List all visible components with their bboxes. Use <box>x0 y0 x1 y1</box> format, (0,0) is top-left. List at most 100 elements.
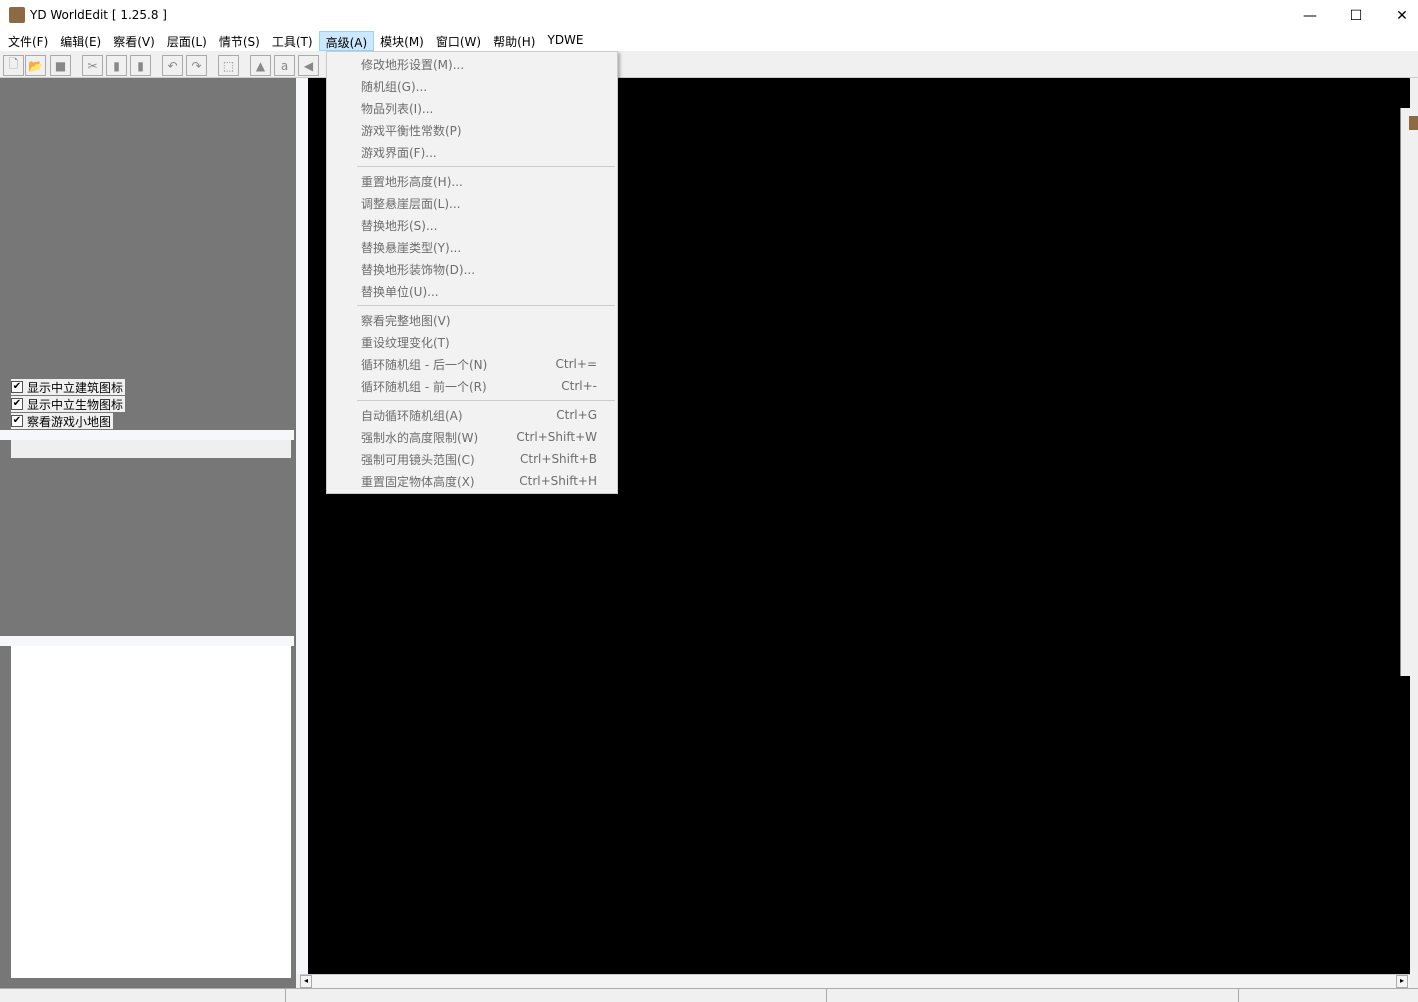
title-bar: YD WorldEdit [ 1.25.8 ] — ☐ ✕ <box>0 0 1418 31</box>
menu-item-shortcut: Ctrl+- <box>561 379 597 393</box>
menu-separator <box>357 305 615 306</box>
divider <box>0 430 294 440</box>
left-panel: ✔ 显示中立建筑图标 ✔ 显示中立生物图标 ✔ 察看游戏小地图 <box>0 78 296 988</box>
checkbox[interactable]: ✔ <box>11 415 23 427</box>
checkbox-label: 察看游戏小地图 <box>27 414 112 429</box>
menu-item[interactable]: 游戏界面(F)... <box>327 141 617 163</box>
menu-item[interactable]: 物品列表(I)... <box>327 97 617 119</box>
menu-7[interactable]: 模块(M) <box>374 31 430 51</box>
app-icon <box>9 7 25 23</box>
maximize-button[interactable]: ☐ <box>1333 0 1379 31</box>
menu-item[interactable]: 察看完整地图(V) <box>327 309 617 331</box>
scroll-right-icon[interactable]: ▸ <box>1396 975 1408 988</box>
menu-item[interactable]: 随机组(G)... <box>327 75 617 97</box>
checkbox-row[interactable]: ✔ 显示中立建筑图标 <box>11 379 126 395</box>
menu-item-label: 替换地形装饰物(D)... <box>361 262 476 277</box>
paste-icon[interactable]: ▮ <box>130 55 151 76</box>
menu-item[interactable]: 循环随机组 - 前一个(R) Ctrl+- <box>327 375 617 397</box>
menu-item-shortcut: Ctrl+Shift+W <box>516 430 597 444</box>
cut-icon[interactable]: ✂ <box>82 55 103 76</box>
menu-item-label: 强制可用镜头范围(C) <box>361 452 475 467</box>
splitter[interactable] <box>296 78 308 974</box>
undo-icon[interactable]: ↶ <box>162 55 183 76</box>
menu-item[interactable]: 自动循环随机组(A) Ctrl+G <box>327 404 617 426</box>
menu-item[interactable]: 替换悬崖类型(Y)... <box>327 236 617 258</box>
scroll-left-icon[interactable]: ◂ <box>300 975 312 988</box>
menu-item[interactable]: 强制水的高度限制(W) Ctrl+Shift+W <box>327 426 617 448</box>
menu-8[interactable]: 窗口(W) <box>430 31 487 51</box>
menu-item[interactable]: 重置地形高度(H)... <box>327 170 617 192</box>
palette-list[interactable] <box>11 646 291 978</box>
menu-10[interactable]: YDWE <box>541 31 589 51</box>
status-divider <box>285 989 286 1002</box>
doodad-icon[interactable]: a <box>274 55 295 76</box>
status-bar <box>0 988 1418 1002</box>
toolbar: 🗋 📂 ■ ✂ ▮ ▮ ↶ ↷ ⬚ ▲ a ◀ <box>0 52 1418 78</box>
menu-item[interactable]: 修改地形设置(M)... <box>327 53 617 75</box>
sound-icon[interactable]: ◀ <box>298 55 319 76</box>
menu-separator <box>357 400 615 401</box>
menu-item-label: 替换地形(S)... <box>361 218 438 233</box>
menu-0[interactable]: 文件(F) <box>2 31 54 51</box>
checkbox[interactable]: ✔ <box>11 381 23 393</box>
open-icon[interactable]: 📂 <box>25 55 46 76</box>
advanced-menu-dropdown: 修改地形设置(M)... 随机组(G)... 物品列表(I)... 游戏平衡性常数(P… <box>326 51 618 494</box>
menu-item-label: 游戏界面(F)... <box>361 145 437 160</box>
horizontal-scrollbar[interactable]: ◂ ▸ <box>300 974 1410 988</box>
minimize-button[interactable]: — <box>1287 0 1333 31</box>
new-icon[interactable]: 🗋 <box>3 55 24 76</box>
floating-window[interactable] <box>1400 108 1418 676</box>
menu-item-label: 重置固定物体高度(X) <box>361 474 475 489</box>
menu-item-label: 重设纹理变化(T) <box>361 335 450 350</box>
divider <box>0 636 294 646</box>
menu-separator <box>357 166 615 167</box>
menu-9[interactable]: 帮助(H) <box>487 31 541 51</box>
menu-item-label: 强制水的高度限制(W) <box>361 430 479 445</box>
menu-item[interactable]: 重设纹理变化(T) <box>327 331 617 353</box>
app-icon <box>1409 116 1418 130</box>
select-icon[interactable]: ⬚ <box>218 55 239 76</box>
menu-3[interactable]: 层面(L) <box>161 31 213 51</box>
menu-item-label: 循环随机组 - 前一个(R) <box>361 379 487 394</box>
window-title: YD WorldEdit [ 1.25.8 ] <box>30 8 167 22</box>
menu-item[interactable]: 游戏平衡性常数(P) <box>327 119 617 141</box>
menu-1[interactable]: 编辑(E) <box>54 31 107 51</box>
menu-item[interactable]: 重置固定物体高度(X) Ctrl+Shift+H <box>327 470 617 492</box>
menu-item-label: 物品列表(I)... <box>361 101 434 116</box>
menu-6[interactable]: 高级(A) <box>318 31 375 51</box>
menu-item-label: 自动循环随机组(A) <box>361 408 463 423</box>
status-divider <box>1238 989 1239 1002</box>
menu-item-shortcut: Ctrl+= <box>555 357 597 371</box>
close-button[interactable]: ✕ <box>1379 0 1418 31</box>
checkbox-label: 显示中立建筑图标 <box>27 380 124 395</box>
menu-item-shortcut: Ctrl+G <box>556 408 597 422</box>
palette-selector[interactable] <box>11 440 291 458</box>
menu-item-label: 调整悬崖层面(L)... <box>361 196 461 211</box>
checkbox-label: 显示中立生物图标 <box>27 397 124 412</box>
terrain-icon[interactable]: ▲ <box>250 55 271 76</box>
menu-item-label: 随机组(G)... <box>361 79 428 94</box>
checkbox-row[interactable]: ✔ 察看游戏小地图 <box>11 413 114 429</box>
menu-item-label: 修改地形设置(M)... <box>361 57 465 72</box>
menu-4[interactable]: 情节(S) <box>213 31 266 51</box>
redo-icon[interactable]: ↷ <box>186 55 207 76</box>
menu-bar: 文件(F) 编辑(E) 察看(V) 层面(L) 情节(S) 工具(T) 高级(A) 模块(M)… <box>0 31 1418 51</box>
save-icon[interactable]: ■ <box>50 55 71 76</box>
menu-item[interactable]: 替换地形(S)... <box>327 214 617 236</box>
menu-item[interactable]: 循环随机组 - 后一个(N) Ctrl+= <box>327 353 617 375</box>
menu-item-label: 替换单位(U)... <box>361 284 439 299</box>
checkbox[interactable]: ✔ <box>11 398 23 410</box>
menu-item[interactable]: 替换单位(U)... <box>327 280 617 302</box>
menu-5[interactable]: 工具(T) <box>266 31 319 51</box>
menu-2[interactable]: 察看(V) <box>107 31 161 51</box>
menu-item-label: 循环随机组 - 后一个(N) <box>361 357 488 372</box>
copy-icon[interactable]: ▮ <box>106 55 127 76</box>
status-divider <box>826 989 827 1002</box>
checkbox-row[interactable]: ✔ 显示中立生物图标 <box>11 396 126 412</box>
menu-item-shortcut: Ctrl+Shift+B <box>520 452 597 466</box>
menu-item[interactable]: 替换地形装饰物(D)... <box>327 258 617 280</box>
menu-item[interactable]: 调整悬崖层面(L)... <box>327 192 617 214</box>
menu-item-shortcut: Ctrl+Shift+H <box>519 474 597 488</box>
menu-item-label: 察看完整地图(V) <box>361 313 451 328</box>
menu-item[interactable]: 强制可用镜头范围(C) Ctrl+Shift+B <box>327 448 617 470</box>
